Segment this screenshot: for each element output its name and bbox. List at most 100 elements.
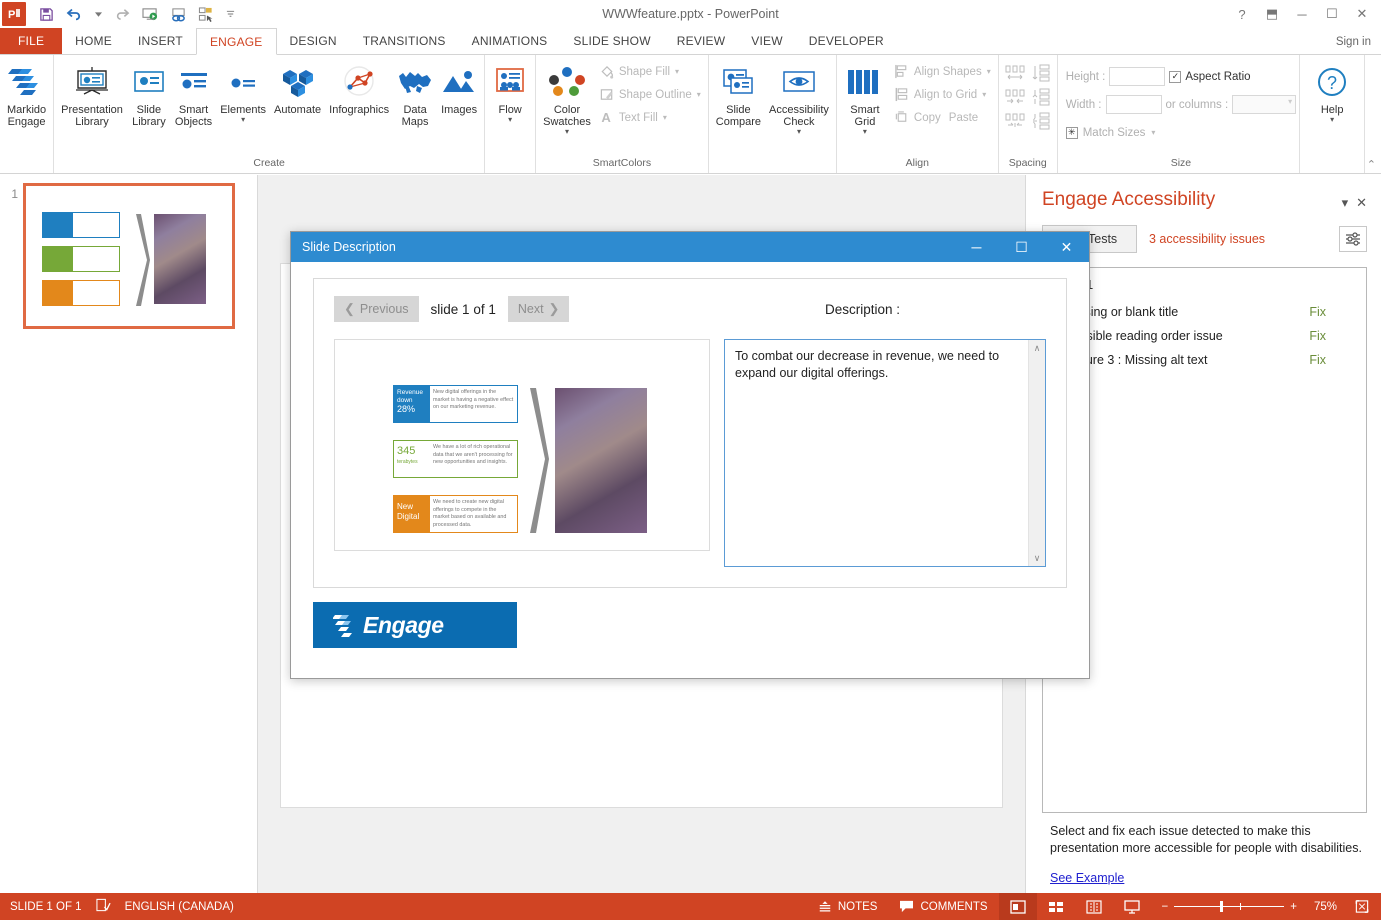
slide-thumbnail-pane[interactable]: 1 (0, 175, 258, 893)
previous-button[interactable]: ❮ Previous (334, 296, 419, 322)
panel-dropdown-icon[interactable]: ▾ (1342, 195, 1349, 211)
tab-file[interactable]: FILE (0, 28, 63, 54)
zoom-out-button[interactable]: − (1162, 901, 1169, 913)
width-input[interactable] (1105, 95, 1162, 114)
dialog-maximize-icon[interactable]: ☐ (999, 232, 1044, 262)
tab-insert[interactable]: INSERT (125, 28, 196, 54)
dialog-close-icon[interactable]: ✕ (1044, 232, 1089, 262)
copy-button[interactable]: Copy (890, 106, 945, 129)
zoom-slider[interactable]: − + (1151, 893, 1308, 920)
description-scrollbar[interactable]: ∧ ∨ (1028, 340, 1045, 566)
zoom-handle[interactable] (1220, 901, 1224, 912)
issue-row-reading-order[interactable]: Possible reading order issue Fix (1055, 324, 1354, 348)
ribbon-display-options-icon[interactable]: ⬒ (1257, 1, 1287, 27)
match-sizes-icon[interactable]: ✳ (1065, 126, 1078, 139)
automate-button[interactable]: Automate (270, 58, 325, 118)
fit-to-window-button[interactable] (1343, 893, 1381, 920)
distribute-horizontal-icon[interactable] (1005, 64, 1025, 85)
shape-fill-button[interactable]: Shape Fill ▾ (595, 60, 705, 83)
space-increase-vertical-icon[interactable] (1031, 88, 1051, 109)
save-icon[interactable] (33, 2, 59, 26)
next-button[interactable]: Next ❯ (507, 296, 570, 322)
comments-button[interactable]: COMMENTS (888, 893, 998, 920)
tab-view[interactable]: VIEW (738, 28, 795, 54)
undo-dropdown-icon[interactable] (89, 2, 107, 26)
zoom-track[interactable] (1174, 901, 1285, 912)
flow-button[interactable]: Flow ▾ (488, 58, 532, 126)
smart-objects-button[interactable]: Smart Objects (171, 58, 216, 130)
issue-list[interactable]: Slide 1 Missing or blank title Fix Possi… (1042, 267, 1367, 813)
color-swatches-caret-icon[interactable]: ▾ (565, 128, 569, 136)
thumbnail-item[interactable]: 1 (6, 183, 251, 329)
shape-fill-caret-icon[interactable]: ▾ (675, 67, 679, 76)
tab-transitions[interactable]: TRANSITIONS (350, 28, 459, 54)
more-icon[interactable] (221, 2, 239, 26)
scroll-down-icon[interactable]: ∨ (1029, 550, 1045, 566)
elements-button[interactable]: Elements ▾ (216, 58, 270, 126)
align-shapes-button[interactable]: Align Shapes ▾ (890, 60, 995, 83)
slideshow-view-button[interactable] (1113, 893, 1151, 920)
slide-compare-button[interactable]: Slide Compare (712, 58, 765, 130)
slide-library-button[interactable]: Slide Library (127, 58, 171, 130)
redo-icon[interactable] (109, 2, 135, 26)
markido-engage-button[interactable]: Markido Engage (3, 58, 50, 130)
accessibility-check-button[interactable]: Accessibility Check ▾ (765, 58, 833, 138)
flow-caret-icon[interactable]: ▾ (508, 116, 512, 124)
reading-view-button[interactable] (1075, 893, 1113, 920)
text-fill-button[interactable]: A Text Fill ▾ (595, 106, 705, 129)
tab-review[interactable]: REVIEW (664, 28, 739, 54)
help-caret-icon[interactable]: ▾ (1330, 116, 1334, 124)
zoom-level-label[interactable]: 75% (1308, 893, 1343, 920)
issue-row-missing-title[interactable]: Missing or blank title Fix (1055, 300, 1354, 324)
spell-check-icon[interactable] (96, 898, 111, 915)
slide-description-dialog[interactable]: Slide Description ─ ☐ ✕ ❮ Previous slide… (290, 231, 1090, 679)
space-increase-horizontal-icon[interactable] (1005, 88, 1025, 109)
distribute-vertical-icon[interactable] (1031, 64, 1051, 85)
accessibility-check-caret-icon[interactable]: ▾ (797, 128, 801, 136)
paste-button[interactable]: Paste (945, 106, 982, 129)
elements-caret-icon[interactable]: ▾ (241, 116, 245, 124)
description-input[interactable]: To combat our decrease in revenue, we ne… (724, 339, 1046, 567)
issue-row-alt-text[interactable]: Picture 3 : Missing alt text Fix (1055, 348, 1354, 372)
tab-animations[interactable]: ANIMATIONS (459, 28, 561, 54)
notes-button[interactable]: NOTES (807, 893, 889, 920)
slide-thumbnail-1[interactable] (23, 183, 235, 329)
tab-home[interactable]: HOME (62, 28, 125, 54)
slide-indicator[interactable]: SLIDE 1 OF 1 (10, 901, 82, 913)
tab-developer[interactable]: DEVELOPER (796, 28, 897, 54)
fix-link[interactable]: Fix (1309, 329, 1326, 343)
tab-engage[interactable]: ENGAGE (195, 28, 277, 55)
shape-outline-button[interactable]: Shape Outline ▾ (595, 83, 705, 106)
match-sizes-caret-icon[interactable]: ▾ (1151, 128, 1155, 137)
align-to-grid-caret-icon[interactable]: ▾ (982, 90, 986, 99)
tab-design[interactable]: DESIGN (277, 28, 350, 54)
shape-outline-caret-icon[interactable]: ▾ (697, 90, 701, 99)
dialog-minimize-icon[interactable]: ─ (954, 232, 999, 262)
help-icon[interactable]: ? (1227, 1, 1257, 27)
space-decrease-horizontal-icon[interactable] (1005, 112, 1025, 133)
collapse-ribbon-button[interactable]: ⌃ (1367, 158, 1376, 171)
normal-view-button[interactable] (998, 893, 1037, 920)
customize-icon[interactable] (193, 2, 219, 26)
close-icon[interactable]: ✕ (1347, 1, 1377, 27)
minimize-icon[interactable]: ─ (1287, 1, 1317, 27)
columns-select[interactable] (1232, 95, 1297, 114)
align-shapes-caret-icon[interactable]: ▾ (987, 67, 991, 76)
images-button[interactable]: Images (437, 58, 481, 118)
language-indicator[interactable]: ENGLISH (CANADA) (125, 901, 234, 913)
presentation-library-button[interactable]: Presentation Library (57, 58, 127, 130)
undo-icon[interactable] (61, 2, 87, 26)
slide-preview[interactable]: Revenue down 28% New digital offerings i… (334, 339, 710, 551)
text-fill-caret-icon[interactable]: ▾ (663, 113, 667, 122)
restore-icon[interactable]: ☐ (1317, 1, 1347, 27)
zoom-in-button[interactable]: + (1290, 901, 1297, 913)
filter-settings-icon[interactable] (1339, 226, 1367, 252)
color-swatches-button[interactable]: Color Swatches ▾ (539, 58, 595, 138)
start-presentation-icon[interactable] (137, 2, 163, 26)
smart-grid-caret-icon[interactable]: ▾ (863, 128, 867, 136)
slide-sorter-view-button[interactable] (1037, 893, 1075, 920)
data-maps-button[interactable]: Data Maps (393, 58, 437, 130)
align-to-grid-button[interactable]: Align to Grid ▾ (890, 83, 995, 106)
link-icon[interactable] (165, 2, 191, 26)
space-decrease-vertical-icon[interactable] (1031, 112, 1051, 133)
